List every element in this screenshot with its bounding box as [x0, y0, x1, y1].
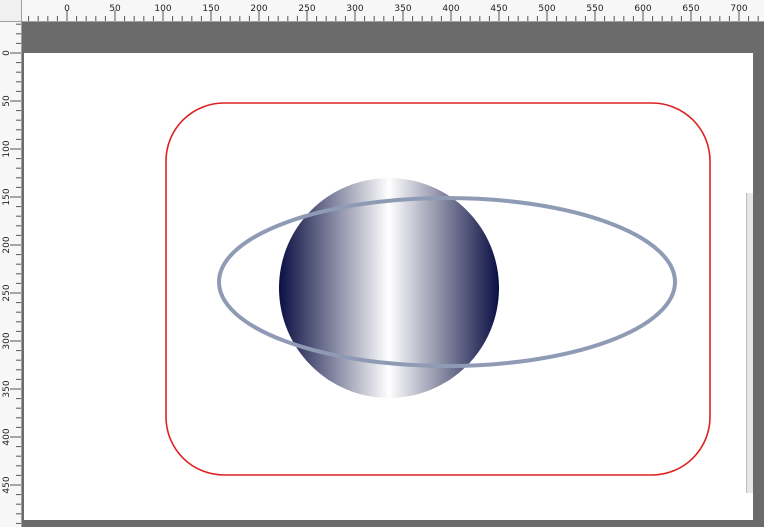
drawing-page[interactable]	[24, 53, 753, 520]
horizontal-ruler[interactable]: 0 50 100 150 200 250 300 350 400 450 500 550 600 650 7…	[22, 0, 764, 22]
ruler-label: 250	[2, 284, 12, 301]
ruler-corner	[0, 0, 22, 22]
ruler-label: 300	[2, 332, 12, 349]
ruler-label: 600	[634, 4, 651, 14]
ruler-label: 700	[730, 4, 747, 14]
ruler-label: 350	[394, 4, 411, 14]
ruler-label: 50	[2, 95, 12, 107]
drawing-surface[interactable]	[24, 53, 753, 520]
ruler-label: 100	[154, 4, 171, 14]
vertical-ruler-ticks: 0 50 100 150 200 250 300 350 400 450	[2, 23, 21, 524]
ruler-label: 300	[346, 4, 363, 14]
ruler-label: 0	[2, 50, 12, 56]
ruler-label: 650	[682, 4, 699, 14]
ruler-label: 400	[442, 4, 459, 14]
ruler-label: 100	[2, 140, 12, 157]
vertical-ruler[interactable]: 0 50 100 150 200 250 300 350 400 450	[0, 22, 22, 527]
ruler-label: 250	[298, 4, 315, 14]
ruler-label: 350	[2, 380, 12, 397]
ruler-label: 400	[2, 428, 12, 445]
ruler-label: 550	[586, 4, 603, 14]
ruler-label: 150	[2, 188, 12, 205]
ruler-label: 50	[109, 4, 121, 14]
horizontal-ruler-ticks: 0 50 100 150 200 250 300 350 400 450 500 550 600 650 7…	[28, 4, 759, 21]
canvas-area[interactable]	[22, 22, 764, 527]
ruler-label: 450	[2, 476, 12, 493]
ruler-label: 500	[538, 4, 555, 14]
vertical-scrollbar[interactable]	[746, 193, 753, 493]
ruler-label: 0	[64, 4, 70, 14]
ruler-label: 450	[490, 4, 507, 14]
ruler-label: 200	[250, 4, 267, 14]
ruler-label: 150	[202, 4, 219, 14]
ruler-label: 200	[2, 236, 12, 253]
